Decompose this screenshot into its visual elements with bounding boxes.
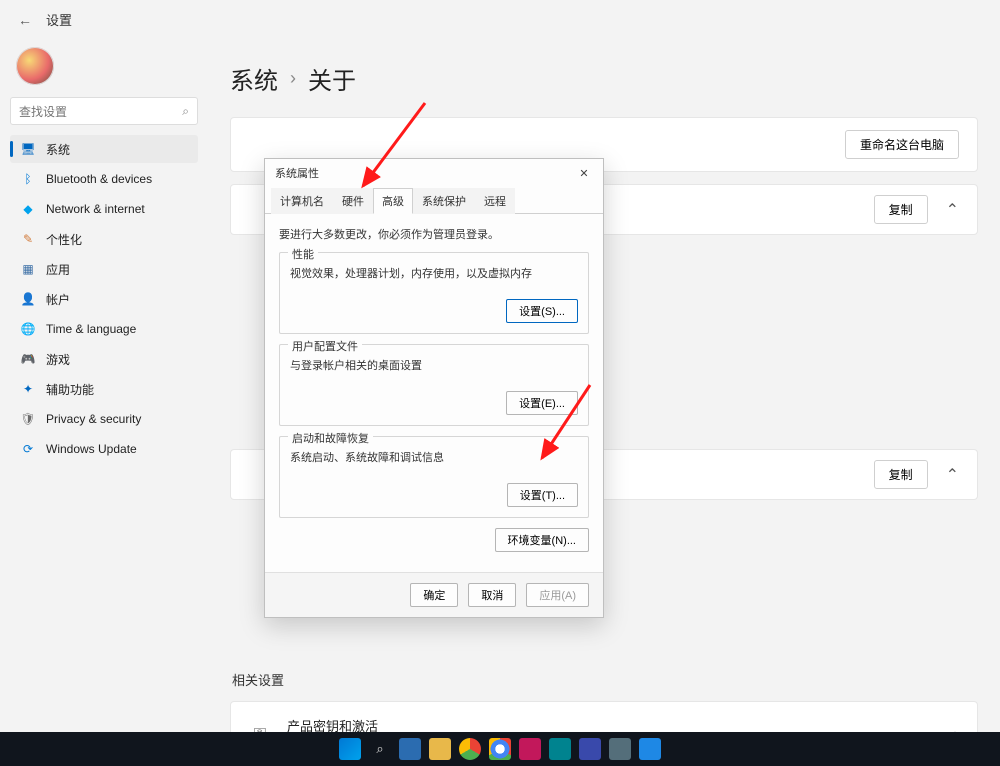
user-avatar[interactable]	[16, 47, 54, 85]
tab-computer-name[interactable]: 计算机名	[271, 188, 333, 214]
tab-remote[interactable]: 远程	[475, 188, 515, 214]
back-button[interactable]: ←	[18, 12, 32, 28]
update-icon: ⟳	[20, 441, 36, 457]
performance-settings-button[interactable]: 设置(S)...	[506, 299, 578, 323]
taskbar-search-icon[interactable]: ⌕	[369, 738, 391, 760]
window-title: 设置	[46, 10, 72, 29]
breadcrumb-leaf: 关于	[308, 61, 356, 96]
tab-hardware[interactable]: 硬件	[333, 188, 373, 214]
sidebar-item-windows-update[interactable]: ⟳Windows Update	[10, 435, 198, 463]
close-button[interactable]: ✕	[575, 167, 593, 180]
apply-button[interactable]: 应用(A)	[526, 583, 589, 607]
dialog-tabs: 计算机名 硬件 高级 系统保护 远程	[265, 187, 603, 214]
user-profiles-settings-button[interactable]: 设置(E)...	[506, 391, 578, 415]
globe-icon: 🌐	[20, 321, 36, 337]
sidebar-item-personalization[interactable]: ✎个性化	[10, 225, 198, 253]
related-product-key[interactable]: ⚿ 产品密钥和激活 更改产品密钥或升级 Windows ›	[230, 701, 978, 733]
admin-note: 要进行大多数更改，你必须作为管理员登录。	[279, 226, 589, 242]
cancel-button[interactable]: 取消	[468, 583, 516, 607]
display-icon: 🖥	[20, 141, 36, 157]
copy-button-2[interactable]: 复制	[874, 460, 928, 489]
sidebar-item-gaming[interactable]: 🎮游戏	[10, 345, 198, 373]
sidebar-item-system[interactable]: 🖥系统	[10, 135, 198, 163]
sidebar-item-accessibility[interactable]: ✦辅助功能	[10, 375, 198, 403]
settings-icon[interactable]	[609, 738, 631, 760]
wifi-icon: ◆	[20, 201, 36, 217]
sidebar-item-accounts[interactable]: 👤帐户	[10, 285, 198, 313]
apps-icon: ▦	[20, 261, 36, 277]
taskbar: ⌕	[0, 732, 1000, 766]
taskbar-app-icon[interactable]	[639, 738, 661, 760]
bluetooth-icon: ᛒ	[20, 171, 36, 187]
dialog-title: 系统属性	[275, 165, 319, 181]
sidebar-item-apps[interactable]: ▦应用	[10, 255, 198, 283]
search-icon: ⌕	[182, 104, 189, 119]
person-icon: 👤	[20, 291, 36, 307]
tab-advanced[interactable]: 高级	[373, 188, 413, 214]
taskbar-app-icon[interactable]	[519, 738, 541, 760]
copy-button-1[interactable]: 复制	[874, 195, 928, 224]
taskbar-app-icon[interactable]	[399, 738, 421, 760]
chrome-icon[interactable]	[459, 738, 481, 760]
ok-button[interactable]: 确定	[410, 583, 458, 607]
taskbar-app-icon[interactable]	[579, 738, 601, 760]
user-profiles-group: 用户配置文件 与登录帐户相关的桌面设置 设置(E)...	[279, 344, 589, 426]
search-input[interactable]: 查找设置 ⌕	[10, 97, 198, 125]
search-placeholder: 查找设置	[19, 103, 67, 120]
sidebar-item-privacy[interactable]: 🛡Privacy & security	[10, 405, 198, 433]
sidebar: 查找设置 ⌕ 🖥系统 ᛒBluetooth & devices ◆Network…	[0, 39, 208, 733]
taskbar-app-icon[interactable]	[549, 738, 571, 760]
chevron-right-icon: ›	[290, 68, 296, 89]
game-icon: 🎮	[20, 351, 36, 367]
breadcrumb: 系统 › 关于	[230, 55, 978, 101]
brush-icon: ✎	[20, 231, 36, 247]
rename-pc-button[interactable]: 重命名这台电脑	[845, 130, 959, 159]
related-settings-title: 相关设置	[232, 670, 976, 689]
system-properties-dialog: 系统属性 ✕ 计算机名 硬件 高级 系统保护 远程 要进行大多数更改，你必须作为…	[264, 158, 604, 618]
sidebar-item-time[interactable]: 🌐Time & language	[10, 315, 198, 343]
sidebar-item-network[interactable]: ◆Network & internet	[10, 195, 198, 223]
shield-icon: 🛡	[20, 411, 36, 427]
breadcrumb-root[interactable]: 系统	[230, 61, 278, 96]
tab-system-protection[interactable]: 系统保护	[413, 188, 475, 214]
startup-recovery-group: 启动和故障恢复 系统启动、系统故障和调试信息 设置(T)...	[279, 436, 589, 518]
performance-group: 性能 视觉效果，处理器计划，内存使用，以及虚拟内存 设置(S)...	[279, 252, 589, 334]
sidebar-item-bluetooth[interactable]: ᛒBluetooth & devices	[10, 165, 198, 193]
chevron-up-icon: ⌃	[946, 200, 959, 220]
environment-variables-button[interactable]: 环境变量(N)...	[495, 528, 589, 552]
chevron-up-icon: ⌃	[946, 465, 959, 485]
start-button[interactable]	[339, 738, 361, 760]
browser-icon[interactable]	[489, 738, 511, 760]
accessibility-icon: ✦	[20, 381, 36, 397]
startup-recovery-settings-button[interactable]: 设置(T)...	[507, 483, 578, 507]
file-explorer-icon[interactable]	[429, 738, 451, 760]
